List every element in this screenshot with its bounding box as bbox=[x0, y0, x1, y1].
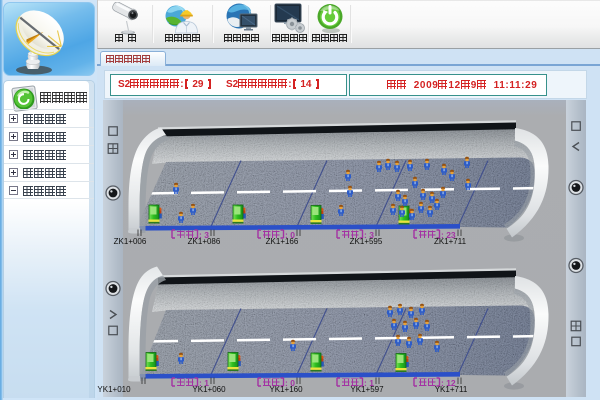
svg-text:YK1+010: YK1+010 bbox=[97, 385, 131, 394]
svg-text:ZK1+595: ZK1+595 bbox=[350, 237, 383, 246]
svg-text:ZK1+006: ZK1+006 bbox=[114, 237, 147, 246]
svg-text:YK1+711: YK1+711 bbox=[435, 385, 468, 394]
svg-text:YK1+597: YK1+597 bbox=[350, 385, 384, 394]
svg-text:YK1+160: YK1+160 bbox=[269, 385, 303, 394]
svg-text:ZK1+166: ZK1+166 bbox=[266, 237, 299, 246]
svg-text:ZK1+086: ZK1+086 bbox=[188, 237, 221, 246]
svg-text:ZK1+711: ZK1+711 bbox=[434, 237, 467, 246]
svg-text:YK1+060: YK1+060 bbox=[192, 385, 226, 394]
